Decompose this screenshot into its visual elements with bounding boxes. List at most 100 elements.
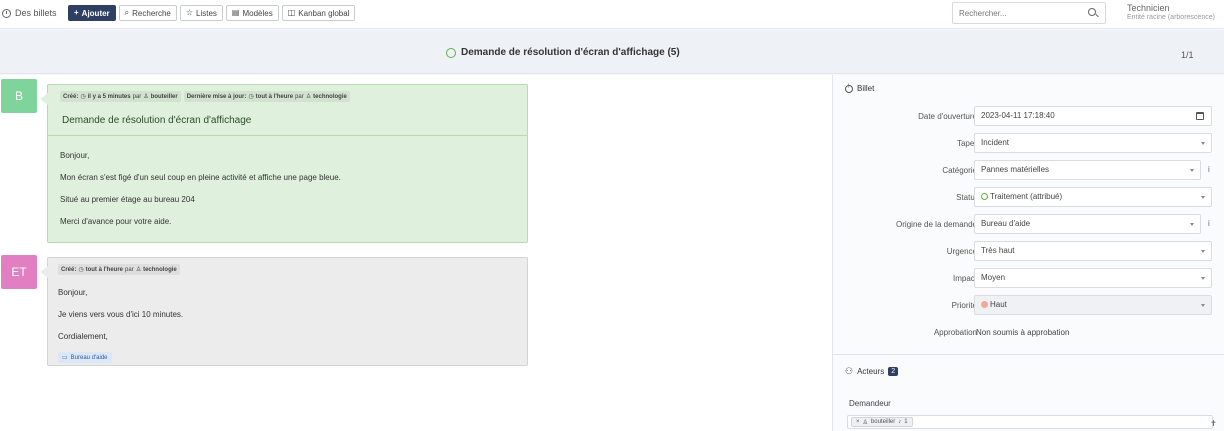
list-icon: ▤ bbox=[231, 8, 240, 17]
ticket-fields-panel: Billet Date d'ouverture 2023-04-11 17:18… bbox=[832, 75, 1224, 431]
actors-heading[interactable]: ⚇ Acteurs 2 bbox=[845, 366, 899, 377]
category-select[interactable]: Pannes matérielles bbox=[974, 160, 1201, 180]
avatar-initial: B bbox=[14, 89, 23, 103]
created-user[interactable]: bouteiller bbox=[151, 94, 178, 100]
field-label: Origine de la demande bbox=[896, 220, 977, 229]
user-icon: ♙ bbox=[305, 94, 312, 100]
plus-icon: + bbox=[74, 8, 79, 17]
divider bbox=[48, 135, 527, 136]
ticket-line: Merci d'avance pour votre aide. bbox=[60, 217, 172, 226]
origin-select[interactable]: Bureau d'aide bbox=[974, 214, 1201, 234]
chevron-down-icon bbox=[1201, 142, 1205, 145]
search-icon: ⌕ bbox=[124, 8, 130, 17]
ticket-description: Créé: ◷ il y a 5 minutes par ♙ bouteille… bbox=[40, 84, 528, 243]
updated-time: tout à l'heure bbox=[255, 93, 294, 100]
updated-label: Dernière mise à jour: bbox=[186, 93, 247, 100]
global-search-input[interactable] bbox=[953, 3, 1083, 23]
field-origin: Origine de la demande Bureau d'aide i bbox=[833, 214, 1224, 236]
followup-line: Bonjour, bbox=[58, 288, 88, 297]
actors-heading-label: Acteurs bbox=[857, 367, 885, 376]
created-time: tout à l'heure bbox=[85, 266, 124, 273]
kanban-button-label: Kanban global bbox=[298, 8, 350, 18]
people-icon: ⚇ bbox=[845, 366, 854, 376]
actors-count-badge: 2 bbox=[888, 367, 899, 376]
opening-date-input[interactable]: 2023-04-11 17:18:40 bbox=[974, 106, 1212, 126]
panel-heading: Billet bbox=[845, 84, 874, 93]
add-actor-icon[interactable]: ✝ bbox=[1210, 419, 1217, 428]
followup: Créé: ◷ tout à l'heure par ♙ technologie… bbox=[40, 257, 528, 366]
field-label: Date d'ouverture bbox=[918, 112, 977, 121]
clock-icon: ◷ bbox=[78, 267, 84, 273]
avatar: B bbox=[1, 79, 37, 113]
chevron-down-icon bbox=[1201, 250, 1205, 253]
ticket-title: Demande de résolution d'écran d'affichag… bbox=[62, 115, 252, 126]
requester-field[interactable]: × ♙ bouteiller ♪ 1 bbox=[847, 415, 1213, 429]
ticket-header-title: Demande de résolution d'écran d'affichag… bbox=[461, 47, 680, 58]
followup-line: Cordialement, bbox=[58, 332, 108, 341]
chevron-down-icon bbox=[1190, 169, 1194, 172]
created-time: il y a 5 minutes bbox=[87, 93, 131, 100]
chevron-down-icon bbox=[1190, 223, 1194, 226]
info-i-icon[interactable]: i bbox=[1208, 165, 1210, 174]
add-button[interactable]: + Ajouter bbox=[68, 5, 116, 21]
star-icon: ☆ bbox=[185, 8, 194, 17]
kanban-icon: ◫ bbox=[287, 8, 296, 17]
field-label: Urgence bbox=[946, 247, 977, 256]
divider bbox=[833, 354, 1224, 355]
remove-icon[interactable]: × bbox=[856, 419, 860, 425]
source-tag: ▭ Bureau d'aide bbox=[58, 352, 112, 363]
type-select[interactable]: Incident bbox=[974, 133, 1212, 153]
clock-icon: ◷ bbox=[80, 94, 86, 100]
field-value: Haut bbox=[990, 300, 1007, 309]
urgency-select[interactable]: Très haut bbox=[974, 241, 1212, 261]
user-role: Technicien bbox=[1127, 3, 1170, 13]
impact-select[interactable]: Moyen bbox=[974, 268, 1212, 288]
search-button[interactable]: ⌕ Recherche bbox=[118, 5, 177, 21]
field-priority: Priorité Haut bbox=[833, 295, 1224, 317]
add-button-label: Ajouter bbox=[81, 8, 110, 18]
ticket-line: Mon écran s'est figé d'un seul coup en p… bbox=[60, 173, 341, 182]
field-label: Approbation bbox=[933, 328, 977, 337]
user-profile[interactable]: Technicien Entité racine (arborescence) bbox=[1127, 3, 1215, 23]
field-impact: Impact Moyen bbox=[833, 268, 1224, 290]
top-bar: Des billets + Ajouter ⌕ Recherche ☆ List… bbox=[0, 0, 1224, 29]
source-tag-label: Bureau d'aide bbox=[70, 354, 108, 361]
updated-user[interactable]: technologie bbox=[313, 94, 347, 100]
created-chip: Créé: ◷ il y a 5 minutes par ♙ bouteille… bbox=[60, 91, 181, 102]
ticket-line: Bonjour, bbox=[60, 151, 90, 160]
bell-icon[interactable]: ♪ bbox=[898, 419, 901, 425]
kanban-button[interactable]: ◫ Kanban global bbox=[281, 5, 356, 21]
status-select[interactable]: Traitement (attribué) bbox=[974, 187, 1212, 207]
user-entity: Entité racine (arborescence) bbox=[1127, 14, 1215, 21]
templates-button[interactable]: ▤ Modèles bbox=[225, 5, 279, 21]
lists-button[interactable]: ☆ Listes bbox=[179, 5, 223, 21]
info-icon bbox=[845, 84, 853, 93]
calendar-icon[interactable] bbox=[1196, 112, 1204, 120]
created-user[interactable]: technologie bbox=[143, 267, 177, 273]
search-button-label: Recherche bbox=[132, 8, 171, 18]
field-status: Statut Traitement (attribué) bbox=[833, 187, 1224, 209]
chevron-down-icon bbox=[1201, 196, 1205, 199]
priority-select[interactable]: Haut bbox=[974, 295, 1212, 315]
breadcrumb-home[interactable]: Des billets bbox=[2, 8, 57, 18]
field-category: Catégorie Pannes matérielles i bbox=[833, 160, 1224, 182]
timeline: B Créé: ◷ il y a 5 minutes par ♙ bouteil… bbox=[0, 75, 832, 431]
followup-meta: Créé: ◷ tout à l'heure par ♙ technologie bbox=[58, 264, 180, 275]
ticket-title-bar: Demande de résolution d'écran d'affichag… bbox=[0, 30, 1224, 74]
user-icon: ♙ bbox=[135, 267, 142, 273]
clock-icon: ◷ bbox=[248, 94, 254, 100]
pager: 1/1 bbox=[1181, 50, 1194, 60]
search-icon[interactable] bbox=[1088, 8, 1096, 16]
field-label: Catégorie bbox=[942, 166, 977, 175]
requester-name[interactable]: bouteiller bbox=[871, 419, 895, 425]
field-value: Pannes matérielles bbox=[981, 165, 1050, 174]
requester-count: 1 bbox=[904, 419, 908, 425]
by-label: par bbox=[295, 93, 304, 100]
field-approval: Approbation Non soumis à approbation bbox=[833, 322, 1224, 344]
by-label: par bbox=[125, 266, 134, 273]
by-label: par bbox=[132, 93, 142, 100]
requester-chip: × ♙ bouteiller ♪ 1 bbox=[851, 417, 913, 427]
clock-icon bbox=[2, 8, 11, 18]
field-value: Traitement (attribué) bbox=[990, 192, 1063, 201]
info-i-icon[interactable]: i bbox=[1208, 219, 1210, 228]
